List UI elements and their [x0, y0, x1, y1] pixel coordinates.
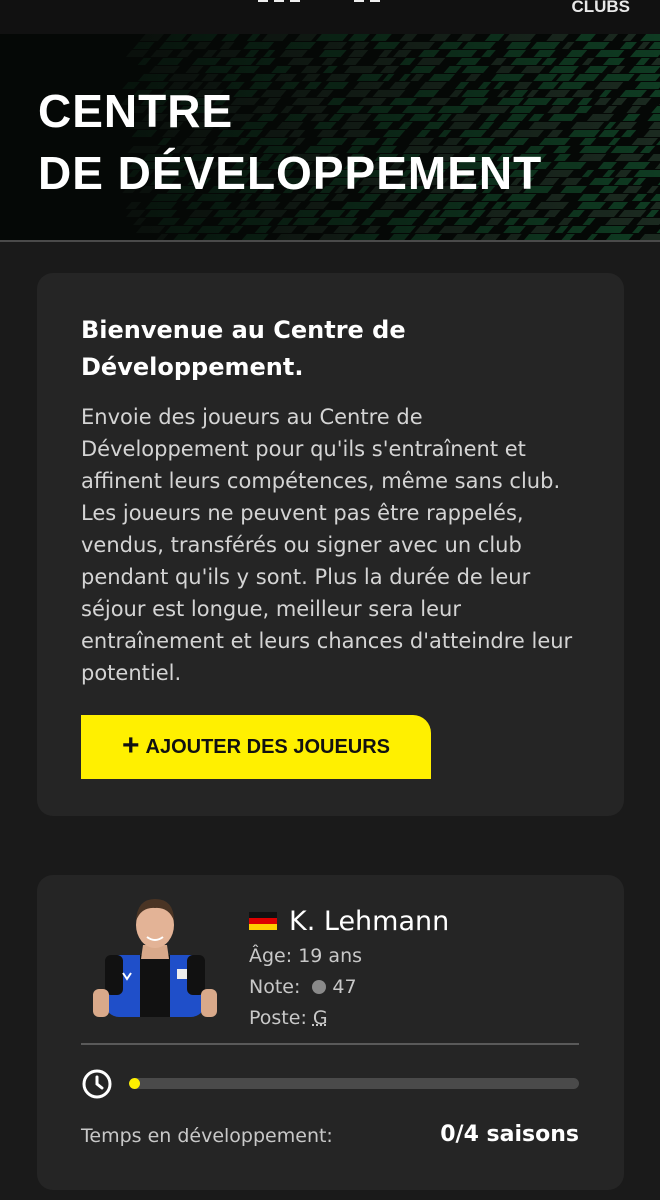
player-card[interactable]: K. Lehmann Âge: 19 ans Note: 47 Poste: G … — [37, 875, 624, 1190]
welcome-description: Envoie des joueurs au Centre de Développ… — [81, 405, 573, 685]
clubs-nav-link[interactable]: CLUBS — [571, 0, 630, 17]
rating-label: Note: — [249, 976, 301, 998]
add-players-label: AJOUTER DES JOUEURS — [145, 735, 391, 758]
hero-banner: CENTRE DE DÉVELOPPEMENT — [0, 34, 660, 242]
divider — [81, 1043, 579, 1045]
add-players-button[interactable]: + AJOUTER DES JOUEURS — [81, 715, 431, 779]
rating-dot-icon — [312, 980, 327, 994]
clock-icon — [82, 1069, 112, 1099]
position-value[interactable]: G — [313, 1007, 328, 1029]
player-name[interactable]: K. Lehmann — [289, 906, 449, 937]
development-time-value: 0/4 saisons — [440, 1122, 579, 1147]
page-title-line-1: CENTRE — [38, 85, 234, 137]
welcome-title: Bienvenue au Centre de Développement. — [81, 316, 406, 381]
plus-icon: + — [121, 729, 140, 762]
welcome-card: Bienvenue au Centre de Développement. En… — [37, 273, 624, 816]
age-label: Âge: — [249, 945, 293, 967]
position-label: Poste: — [249, 1007, 307, 1029]
age-value: 19 ans — [298, 945, 363, 967]
player-rating: Note: 47 — [249, 972, 449, 1003]
app-logo[interactable] — [258, 0, 380, 4]
development-progress-bar — [129, 1078, 579, 1089]
rating-value: 47 — [332, 976, 357, 998]
player-position: Poste: G — [249, 1003, 449, 1034]
top-nav-bar: CLUBS — [0, 0, 660, 34]
player-age: Âge: 19 ans — [249, 941, 449, 972]
development-time-label: Temps en développement: — [81, 1125, 333, 1147]
page-title-line-2: DE DÉVELOPPEMENT — [38, 147, 543, 199]
development-progress-fill — [129, 1078, 140, 1089]
player-info: K. Lehmann Âge: 19 ans Note: 47 Poste: G — [249, 901, 449, 1034]
player-avatar — [93, 899, 217, 1017]
germany-flag-icon — [249, 911, 277, 931]
page-title: CENTRE DE DÉVELOPPEMENT — [38, 80, 542, 204]
